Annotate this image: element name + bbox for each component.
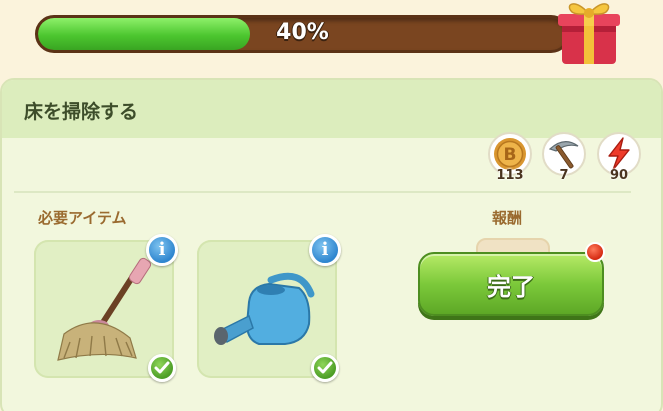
task-title: 床を掃除する <box>24 101 139 123</box>
mop-icon <box>57 257 152 361</box>
required-items-label: 必要アイテム <box>38 209 127 227</box>
pickaxe-value: 7 <box>559 168 569 183</box>
info-icon[interactable]: i <box>309 234 341 266</box>
pickaxe-stat: 7 <box>542 132 586 188</box>
coin-value: 113 <box>496 168 524 183</box>
progress-bar: 40% <box>35 15 570 53</box>
progress-label: 40% <box>276 20 329 45</box>
divider <box>14 191 631 193</box>
task-panel: 床を掃除する B 113 7 90 必要アイテム i i 報酬 <box>0 78 663 411</box>
alert-dot-icon <box>585 242 605 262</box>
energy-value: 90 <box>609 168 629 183</box>
info-icon[interactable]: i <box>146 234 178 266</box>
reward-label: 報酬 <box>492 209 523 227</box>
panel-header: 床を掃除する <box>2 80 661 138</box>
complete-button-label: 完了 <box>487 273 535 301</box>
required-item-mop[interactable]: i <box>34 234 178 382</box>
energy-stat: 90 <box>597 132 641 188</box>
complete-button[interactable]: 完了 <box>418 252 604 316</box>
svg-text:B: B <box>504 145 517 165</box>
check-icon <box>311 354 339 382</box>
gift-box-icon[interactable] <box>556 0 622 68</box>
check-icon <box>148 354 176 382</box>
watering-can-icon <box>214 272 315 345</box>
coin-stat: B 113 <box>488 132 532 188</box>
required-item-watering-can[interactable]: i <box>197 234 341 382</box>
